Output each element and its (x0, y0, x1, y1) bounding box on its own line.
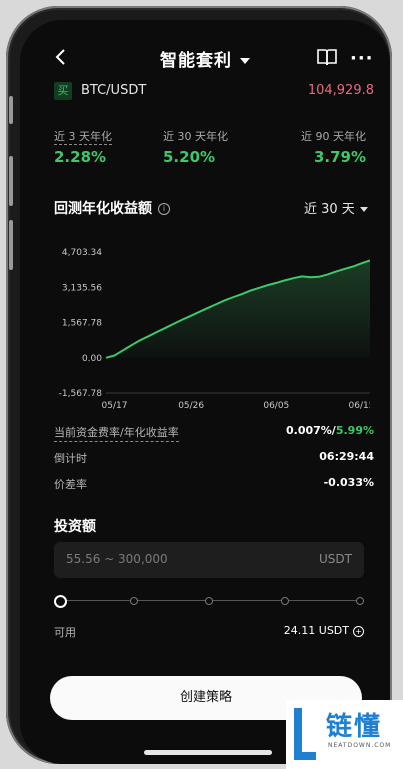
available-balance: 可用 24.11 USDT + (54, 624, 364, 640)
metric-label: 倒计时 (54, 452, 87, 465)
y-tick-label: 3,135.56 (62, 283, 102, 293)
more-horizontal-icon[interactable]: ··· (350, 48, 374, 69)
y-tick-label: 1,567.78 (62, 319, 102, 329)
stat-value: 5.20% (163, 148, 216, 166)
x-tick-label: 05/26 (178, 401, 204, 411)
y-tick-label: -1,567.78 (59, 389, 103, 399)
amount-unit: USDT (319, 552, 352, 566)
period-selector[interactable]: 近 30 天 (304, 198, 368, 217)
available-label: 可用 (54, 626, 76, 639)
metric-spread: 价差率 -0.033% (54, 476, 374, 492)
stat-value: 2.28% (54, 148, 107, 166)
book-icon[interactable] (316, 47, 338, 67)
x-tick-label: 06/15 (349, 401, 370, 411)
mute-switch (9, 96, 13, 124)
slider-tick[interactable] (205, 597, 213, 605)
watermark-brand: 链懂 (326, 712, 383, 742)
metric-value-annual: 5.99% (335, 424, 374, 437)
slider-tick[interactable] (281, 597, 289, 605)
caret-down-icon (359, 207, 368, 212)
metric-value: 0.007%/ (285, 424, 336, 437)
volume-up-button (9, 156, 13, 206)
top-bar: 智能套利 ··· (20, 42, 390, 74)
plus-circle-icon[interactable]: + (353, 625, 364, 637)
info-icon[interactable]: i (158, 203, 170, 215)
backtest-chart[interactable]: 4,703.34 3,135.56 1,567.78 0.00 -1,567.78 05… (40, 232, 370, 412)
metric-value: -0.033% (323, 476, 374, 489)
watermark-logo: 链懂 NEATDOWN.COM (286, 700, 403, 769)
metric-countdown: 倒计时 06:29:44 (54, 450, 374, 466)
metric-label: 价差率 (54, 478, 87, 491)
y-tick-label: 0.00 (82, 354, 102, 364)
page-title-text: 智能套利 (160, 51, 232, 71)
stat-label: 近 90 天年化 (301, 130, 366, 143)
neatdown-logo-icon (294, 708, 316, 760)
x-tick-label: 05/17 (102, 401, 128, 411)
period-label: 近 30 天 (304, 202, 355, 217)
stat-label[interactable]: 近 3 天年化 (54, 130, 112, 145)
trading-pair: 买 BTC/USDT 104,929.8 (54, 82, 374, 102)
x-tick-label: 06/05 (263, 401, 289, 411)
stat-value: 3.79% (313, 148, 366, 166)
slider-tick[interactable] (130, 597, 138, 605)
metric-label[interactable]: 当前资金费率/年化收益率 (54, 424, 179, 442)
watermark-site: NEATDOWN.COM (328, 742, 392, 749)
home-indicator[interactable] (144, 750, 272, 755)
y-tick-label: 4,703.34 (62, 248, 102, 258)
pair-price: 104,929.8 (307, 83, 374, 98)
amount-input[interactable]: 55.56 ~ 300,000 USDT (54, 542, 364, 578)
stat-30d: 近 30 天年化 5.20% (163, 128, 228, 166)
stat-3d: 近 3 天年化 2.28% (54, 128, 112, 166)
pair-name: BTC/USDT (81, 83, 147, 98)
amount-placeholder: 55.56 ~ 300,000 (66, 552, 168, 566)
slider-handle[interactable] (54, 595, 67, 608)
backtest-title: 回测年化收益额 i (54, 198, 170, 218)
buy-tag: 买 (54, 82, 72, 100)
caret-down-icon (240, 58, 250, 64)
metric-value: 06:29:44 (319, 450, 374, 463)
chart-area-fill (106, 260, 370, 358)
app-screen: 智能套利 ··· 买 BTC/USDT 104,929.8 近 3 天年化 2.… (20, 20, 390, 764)
available-value: 24.11 USDT (283, 624, 349, 637)
stat-label: 近 30 天年化 (163, 130, 228, 143)
stat-90d: 近 90 天年化 3.79% (301, 128, 366, 166)
slider-tick[interactable] (356, 597, 364, 605)
backtest-title-text: 回测年化收益额 (54, 201, 152, 217)
volume-down-button (9, 220, 13, 270)
phone-frame: 智能套利 ··· 买 BTC/USDT 104,929.8 近 3 天年化 2.… (6, 6, 392, 764)
investment-title: 投资额 (54, 519, 96, 535)
metric-funding-rate: 当前资金费率/年化收益率 0.007%/5.99% (54, 424, 374, 442)
amount-slider[interactable] (54, 594, 364, 608)
